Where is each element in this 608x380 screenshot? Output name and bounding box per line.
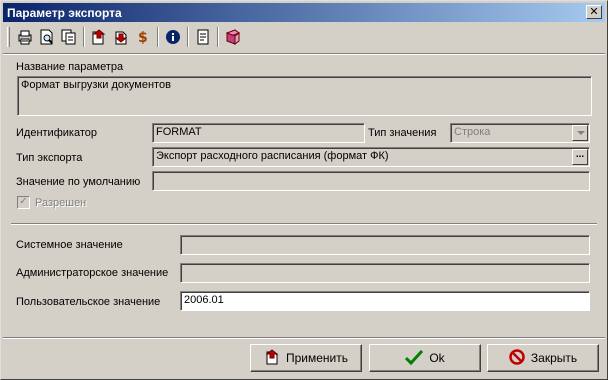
- toolbar-separator: [83, 27, 85, 47]
- export-type-value: Экспорт расходного расписания (формат ФК…: [156, 150, 389, 162]
- info-icon[interactable]: [162, 26, 184, 48]
- allowed-checkbox[interactable]: ✓: [17, 196, 30, 209]
- ok-button[interactable]: Ok: [369, 344, 481, 372]
- print-icon[interactable]: [14, 26, 36, 48]
- chevron-down-icon[interactable]: [572, 125, 588, 141]
- toolbar-separator: [157, 27, 159, 47]
- apply-button[interactable]: Применить: [250, 344, 362, 372]
- toolbar-separator: [187, 27, 189, 47]
- report-icon[interactable]: [192, 26, 214, 48]
- system-value-label: Системное значение: [16, 239, 123, 251]
- toolbar: $: [7, 24, 244, 50]
- admin-value-field[interactable]: [180, 263, 590, 283]
- allowed-label: Разрешен: [35, 197, 87, 209]
- value-type-label: Тип значения: [368, 127, 437, 139]
- export-type-field[interactable]: Экспорт расходного расписания (формат ФК…: [152, 147, 590, 167]
- title-bar[interactable]: Параметр экспорта ✕: [3, 3, 605, 22]
- check-icon: [405, 349, 424, 368]
- import-icon[interactable]: [88, 26, 110, 48]
- id-label: Идентификатор: [16, 127, 97, 139]
- export-type-label: Тип экспорта: [16, 152, 83, 164]
- no-entry-icon: [509, 348, 525, 368]
- close-window-button[interactable]: ✕: [586, 5, 602, 19]
- browse-button[interactable]: ...: [572, 149, 588, 165]
- window-title: Параметр экспорта: [7, 5, 122, 20]
- preview-icon[interactable]: [36, 26, 58, 48]
- user-value-label: Пользовательское значение: [16, 296, 161, 308]
- admin-value-label: Администраторское значение: [16, 267, 169, 279]
- value-type-select[interactable]: Строка: [450, 123, 590, 143]
- name-field[interactable]: Формат выгрузки документов: [17, 76, 592, 116]
- section-divider: [11, 223, 597, 225]
- id-field[interactable]: FORMAT: [152, 123, 365, 143]
- export-icon[interactable]: [110, 26, 132, 48]
- default-value-field[interactable]: [152, 171, 590, 191]
- value-type-value: Строка: [454, 126, 491, 138]
- ok-label: Ok: [429, 351, 445, 365]
- book-icon[interactable]: [222, 26, 244, 48]
- name-label: Название параметра: [16, 61, 124, 73]
- toolbar-separator: [217, 27, 219, 47]
- close-label: Закрыть: [530, 351, 578, 365]
- toolbar-divider: [3, 53, 605, 55]
- svg-text:$: $: [138, 30, 148, 45]
- export-parameter-dialog: Параметр экспорта ✕ $ Название параметра…: [0, 0, 608, 380]
- copy-doc-icon[interactable]: [58, 26, 80, 48]
- default-value-label: Значение по умолчанию: [16, 176, 141, 188]
- close-button[interactable]: Закрыть: [487, 344, 599, 372]
- apply-icon: [264, 348, 280, 368]
- user-value-field[interactable]: 2006.01: [180, 291, 590, 311]
- apply-label: Применить: [285, 351, 348, 365]
- currency-icon[interactable]: $: [132, 26, 154, 48]
- footer-divider: [3, 337, 605, 339]
- toolbar-grip[interactable]: [7, 27, 10, 47]
- system-value-field[interactable]: [180, 235, 590, 255]
